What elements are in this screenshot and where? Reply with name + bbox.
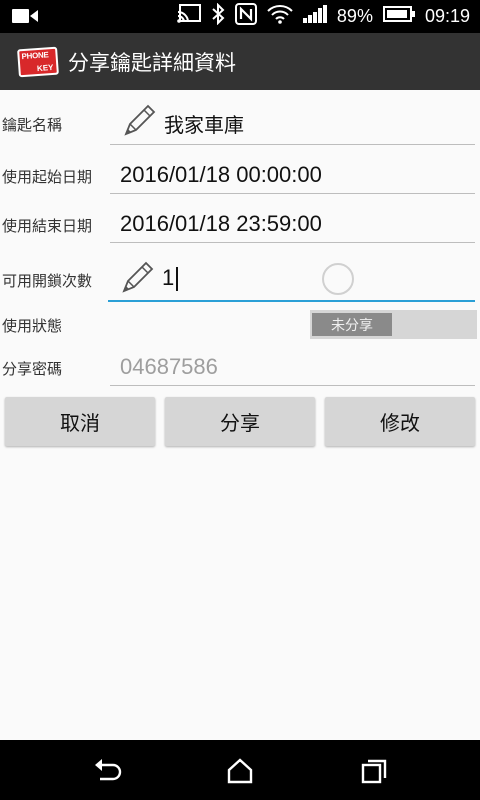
- key-name-label: 鑰匙名稱: [2, 116, 63, 134]
- page-title: 分享鑰匙詳細資料: [68, 50, 236, 75]
- share-status-toggle[interactable]: 未分享: [310, 310, 477, 339]
- wifi-icon: [267, 4, 293, 29]
- pencil-icon: [120, 259, 156, 299]
- key-name-row: 鑰匙名稱 我家車庫: [0, 104, 480, 146]
- clock: 09:19: [424, 6, 470, 26]
- start-date-label: 使用起始日期: [2, 168, 93, 186]
- key-name-field[interactable]: 我家車庫: [110, 104, 475, 145]
- start-date-row: 使用起始日期 2016/01/18 00:00:00: [0, 160, 480, 194]
- battery-percent: 89%: [336, 6, 373, 26]
- unlock-count-input[interactable]: 1: [108, 258, 475, 302]
- cast-icon: [177, 4, 201, 29]
- back-icon[interactable]: [92, 756, 122, 786]
- video-camera-icon: [12, 8, 38, 28]
- unlock-count-label: 可用開鎖次數: [2, 272, 93, 290]
- share-button[interactable]: 分享: [165, 397, 315, 446]
- unlock-count-text: 1: [162, 265, 175, 290]
- modify-button[interactable]: 修改: [325, 397, 475, 446]
- logo-line1: PHONE: [21, 49, 49, 61]
- status-row: 使用狀態 未分享: [0, 310, 480, 340]
- bluetooth-icon: [211, 2, 225, 30]
- nfc-icon: [234, 3, 257, 30]
- status-bar: 89% 09:19: [0, 0, 480, 33]
- password-row: 分享密碼 04687586: [0, 352, 480, 386]
- start-date-value: 2016/01/18 00:00:00: [120, 162, 322, 187]
- app-logo: PHONE KEY: [17, 46, 59, 77]
- unlock-count-value: 1: [162, 265, 179, 292]
- end-date-value: 2016/01/18 23:59:00: [120, 211, 322, 236]
- password-field: 04687586: [110, 352, 475, 386]
- end-date-row: 使用結束日期 2016/01/18 23:59:00: [0, 209, 480, 243]
- password-value: 04687586: [120, 354, 218, 379]
- end-date-label: 使用結束日期: [2, 217, 93, 235]
- toggle-knob: 未分享: [312, 313, 392, 336]
- password-label: 分享密碼: [2, 360, 63, 378]
- home-icon[interactable]: [225, 756, 255, 786]
- battery-icon: [382, 6, 415, 27]
- key-name-value: 我家車庫: [164, 113, 244, 137]
- text-caret: [176, 267, 179, 292]
- logo-line2: KEY: [36, 62, 54, 73]
- touch-indicator: [322, 263, 354, 295]
- status-label: 使用狀態: [2, 317, 63, 335]
- pencil-icon: [122, 102, 158, 142]
- action-bar: PHONE KEY 分享鑰匙詳細資料: [0, 33, 480, 90]
- cancel-button[interactable]: 取消: [5, 397, 155, 446]
- navigation-bar: [0, 740, 480, 800]
- end-date-field[interactable]: 2016/01/18 23:59:00: [110, 209, 475, 243]
- start-date-field[interactable]: 2016/01/18 00:00:00: [110, 160, 475, 194]
- cellular-signal-icon: [302, 5, 327, 28]
- recent-apps-icon[interactable]: [359, 756, 389, 786]
- unlock-count-row: 可用開鎖次數 1: [0, 258, 480, 302]
